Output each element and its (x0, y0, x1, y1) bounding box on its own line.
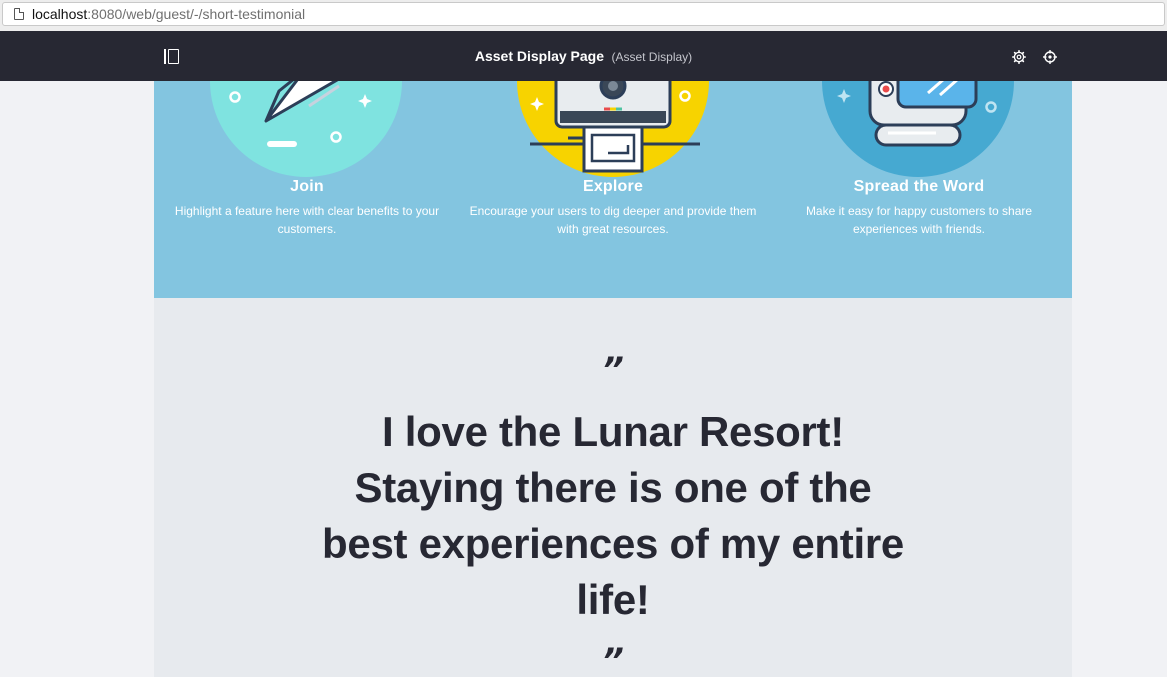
feature-title: Join (290, 178, 324, 195)
testimonial-section: ” I love the Lunar Resort! Staying there… (154, 298, 1072, 677)
url-field[interactable]: localhost:8080/web/guest/-/short-testimo… (2, 2, 1165, 26)
feature-description: Highlight a feature here with clear bene… (174, 204, 440, 236)
features-section: Join Highlight a feature here with clear… (154, 81, 1072, 298)
page-title-subtitle: (Asset Display) (611, 50, 693, 64)
camera-illustration (517, 81, 709, 177)
page-title: Asset Display Page (Asset Display) (0, 48, 1167, 66)
crosshair-icon[interactable] (1043, 50, 1057, 64)
page-content: Join Highlight a feature here with clear… (154, 81, 1072, 677)
gear-icon[interactable] (1012, 50, 1026, 64)
speaker-illustration (822, 81, 1014, 177)
url-text: localhost:8080/web/guest/-/short-testimo… (32, 6, 305, 22)
url-path: :8080/web/guest/-/short-testimonial (87, 6, 306, 22)
feature-description: Encourage your users to dig deeper and p… (469, 204, 757, 236)
feature-explore: Explore Encourage your users to dig deep… (460, 81, 766, 298)
feature-spread-the-word: Spread the Word Make it easy for happy c… (766, 81, 1072, 298)
feature-title: Explore (582, 178, 644, 195)
feature-description: Make it easy for happy customers to shar… (805, 204, 1033, 236)
close-quote-mark: ” (602, 641, 624, 677)
testimonial-text: I love the Lunar Resort! Staying there i… (322, 408, 904, 623)
feature-join: Join Highlight a feature here with clear… (154, 81, 460, 298)
open-quote-mark: ” (602, 350, 624, 390)
paper-plane-illustration (210, 81, 402, 177)
feature-title: Spread the Word (853, 178, 985, 195)
page-title-main: Asset Display Page (474, 48, 605, 64)
control-menu: Asset Display Page (Asset Display) (0, 31, 1167, 81)
page-icon (14, 8, 24, 20)
browser-address-bar: localhost:8080/web/guest/-/short-testimo… (0, 0, 1167, 31)
url-host: localhost (32, 6, 88, 22)
